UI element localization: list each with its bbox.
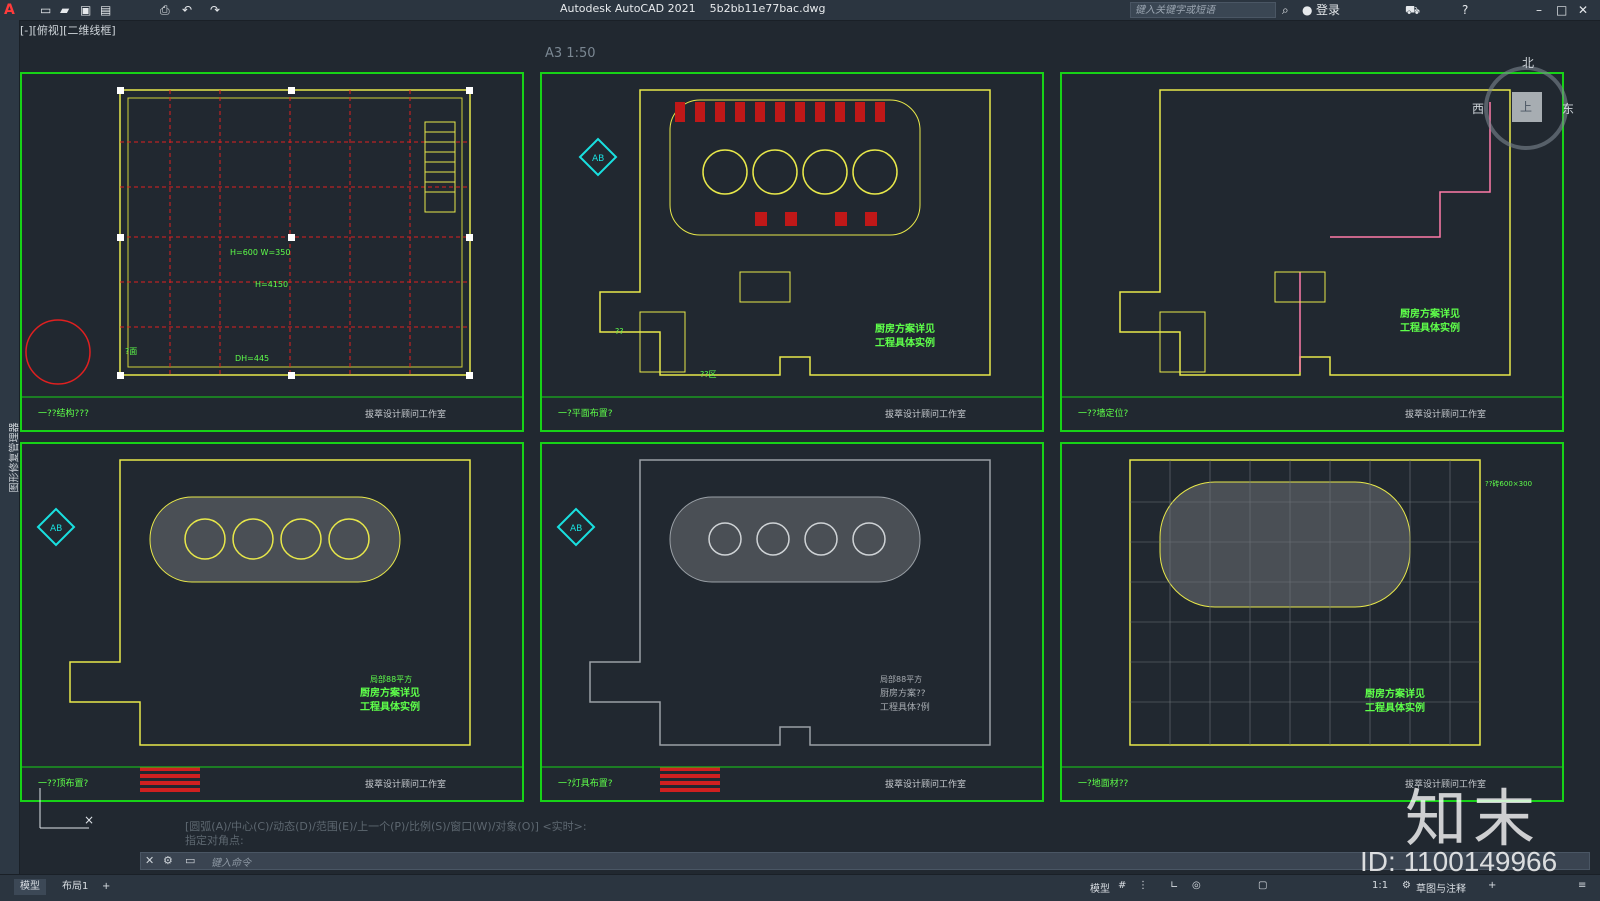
command-history-line: 指定对角点:: [185, 834, 244, 847]
sheet-note: 局部88平方: [370, 674, 412, 684]
command-history-line: [圆弧(A)/中心(C)/动态(D)/范围(E)/上一个(P)/比例(S)/窗口…: [185, 820, 587, 833]
sheet-note: 工程具体实例: [1400, 321, 1460, 334]
sheet-note: 局部88平方: [880, 674, 922, 684]
status-bar: 模型 布局1 + 模型 # ⋮ ∟ ◎ ▢ 1:1 ⚙ 草图与注释 + ≡: [0, 874, 1600, 901]
command-history: [圆弧(A)/中心(C)/动态(D)/范围(E)/上一个(P)/比例(S)/窗口…: [185, 820, 587, 848]
ucs-icon: ×: [34, 784, 94, 834]
viewcube-west[interactable]: 西: [1472, 100, 1484, 117]
annotation-scale-button[interactable]: 1:1: [1372, 880, 1388, 891]
menu-icon[interactable]: ≡: [1578, 880, 1586, 891]
svg-text:AB: AB: [592, 154, 604, 164]
sheet-caption: 一??结构???: [38, 407, 89, 419]
palette-label: 图形修复管理器: [9, 422, 21, 493]
drawing-sheet-lighting: AB 局部88平方 厨房方案?? 工程具体?例 一?灯具布置? 拔萃设计顾问工作…: [540, 442, 1046, 804]
model-space-button[interactable]: 模型: [1090, 880, 1110, 895]
sheet-note: ??砖600×300: [1485, 479, 1532, 488]
window-title: Autodesk AutoCAD 2021 5b2bb11e77bac.dwg: [560, 2, 826, 15]
tab-model[interactable]: 模型: [14, 879, 46, 895]
viewcube-east[interactable]: 东: [1562, 100, 1574, 117]
viewcube[interactable]: 北 西 东 上: [1472, 54, 1574, 152]
drawing-sheet-ceiling: AB 局部88平方 厨房方案详见 工程具体实例 一??顶布置? 拔萃设计顾问工作…: [20, 442, 526, 804]
title-block-stamp: 拔萃设计顾问工作室: [365, 778, 446, 790]
svg-text:AB: AB: [50, 524, 62, 534]
sheet-note: 工程具体实例: [360, 700, 420, 713]
title-block-stamp: 拔萃设计顾问工作室: [885, 408, 966, 420]
sheet-note: 工程具体?例: [880, 701, 930, 713]
sheet-note: 厨房方案??: [880, 687, 926, 699]
save-icon[interactable]: ▣: [80, 2, 91, 18]
command-input[interactable]: 键入命令: [211, 854, 251, 869]
command-prompt-icon[interactable]: ▭: [185, 854, 195, 867]
plus-icon[interactable]: +: [1488, 880, 1496, 891]
sheet-note: 工程具体实例: [1365, 701, 1425, 714]
svg-text:×: ×: [84, 813, 94, 827]
grid-icon[interactable]: #: [1118, 880, 1126, 891]
svg-text:AB: AB: [570, 524, 582, 534]
maximize-icon[interactable]: □: [1556, 2, 1567, 18]
title-bar: A ▭ ▰ ▣ ▤ ⎙ ↶ ↷ Autodesk AutoCAD 2021 5b…: [0, 0, 1600, 21]
close-command-icon[interactable]: ✕: [145, 854, 154, 867]
drawing-canvas[interactable]: H=600 W=350 H=4150 DH=445 ?面 一??结构??? 拔萃…: [20, 44, 1600, 834]
login-link[interactable]: 登录: [1316, 2, 1340, 18]
sheet-note: 厨房方案详见: [1400, 307, 1460, 320]
cart-icon[interactable]: ⛟: [1405, 2, 1420, 18]
snap-icon[interactable]: ⋮: [1138, 880, 1148, 891]
add-layout-button[interactable]: +: [96, 879, 116, 895]
sheet-note: ??区: [700, 370, 717, 379]
sheet-note: 厨房方案详见: [1365, 687, 1425, 700]
sheet-caption: 一?平面布置?: [558, 407, 613, 419]
sheet-caption: 一?灯具布置?: [558, 777, 613, 789]
drawing-sheet-floor-plan: AB 厨房方案详见 工程具体实例 ?? ??区 一?平面布置? 拔萃设计顾问工作…: [540, 72, 1046, 434]
plot-icon[interactable]: ⎙: [160, 2, 170, 18]
close-icon[interactable]: ✕: [1578, 2, 1588, 18]
viewport-controls[interactable]: [-][俯视][二维线框]: [20, 22, 116, 38]
sheet-note: ?面: [125, 347, 137, 356]
sheet-note: H=4150: [255, 280, 288, 289]
redo-icon[interactable]: ↷: [210, 2, 220, 18]
side-palette-strip[interactable]: 图形修复管理器: [0, 20, 21, 876]
drawing-sheet-structure: H=600 W=350 H=4150 DH=445 ?面 一??结构??? 拔萃…: [20, 72, 526, 434]
title-block-stamp: 拔萃设计顾问工作室: [1405, 408, 1486, 420]
sheet-note: ??: [615, 327, 624, 336]
watermark-id: ID: 1100149966: [1360, 846, 1558, 877]
sheet-note: 厨房方案详见: [360, 686, 420, 699]
ortho-icon[interactable]: ∟: [1170, 880, 1178, 891]
sheet-caption: 一?地面材??: [1078, 777, 1129, 789]
new-file-icon[interactable]: ▭: [40, 2, 51, 18]
osnap-icon[interactable]: ▢: [1258, 880, 1267, 891]
customize-command-icon[interactable]: ⚙: [163, 854, 173, 867]
drawing-sheet-floor-material: 厨房方案详见 工程具体实例 ??砖600×300 一?地面材?? 拔萃设计顾问工…: [1060, 442, 1566, 804]
sheet-caption: 一??墙定位?: [1078, 407, 1129, 419]
search-icon[interactable]: ⌕: [1282, 2, 1289, 18]
watermark-logo: 知末: [1405, 782, 1542, 855]
sheet-note: 厨房方案详见: [875, 322, 935, 335]
viewcube-north[interactable]: 北: [1522, 54, 1534, 71]
help-icon[interactable]: ?: [1462, 2, 1468, 18]
workspace-switch[interactable]: 草图与注释: [1416, 880, 1466, 895]
autocad-logo-icon[interactable]: A: [4, 2, 15, 18]
viewcube-top-face[interactable]: 上: [1520, 98, 1532, 115]
minimize-icon[interactable]: –: [1536, 2, 1542, 18]
sheet-note: DH=445: [235, 354, 269, 363]
title-block-stamp: 拔萃设计顾问工作室: [365, 408, 446, 420]
open-file-icon[interactable]: ▰: [60, 2, 69, 18]
save-as-icon[interactable]: ▤: [100, 2, 111, 18]
tab-layout1[interactable]: 布局1: [56, 879, 94, 895]
user-icon[interactable]: ●: [1302, 2, 1312, 18]
sheet-note: H=600 W=350: [230, 248, 290, 257]
undo-icon[interactable]: ↶: [182, 2, 192, 18]
polar-icon[interactable]: ◎: [1192, 880, 1201, 891]
gear-icon[interactable]: ⚙: [1402, 880, 1411, 891]
search-input[interactable]: 键入关键字或短语: [1130, 2, 1276, 18]
sheet-note: 工程具体实例: [875, 336, 935, 349]
title-block-stamp: 拔萃设计顾问工作室: [885, 778, 966, 790]
